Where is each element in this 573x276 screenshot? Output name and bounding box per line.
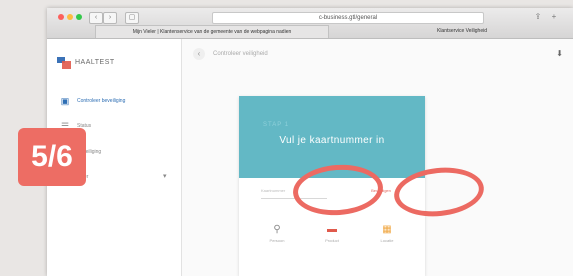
chevron-down-icon[interactable]: ▾ — [163, 169, 167, 185]
option-persoon[interactable]: ⚲ Persoon — [251, 220, 303, 250]
card-title: Vul je kaartnummer in — [279, 135, 385, 146]
main-header: ‹ Controleer veiligheid ⬇ — [181, 39, 573, 69]
download-icon[interactable]: ⬇ — [556, 39, 563, 69]
option-locatie[interactable]: ▦ Locatie — [361, 220, 413, 250]
back-arrow-icon[interactable]: ‹ — [193, 48, 205, 60]
tab-secondary[interactable]: Klantservice Veiligheid — [407, 25, 517, 37]
zoom-window-button[interactable] — [76, 14, 82, 20]
lock-icon: ▣ — [60, 96, 70, 106]
tab-strip: Mijn Vieler | Klantenservice van de geme… — [47, 25, 573, 38]
step-label: STAP 1 — [263, 122, 290, 128]
back-button[interactable]: ‹ — [89, 12, 103, 24]
minimize-window-button[interactable] — [67, 14, 73, 20]
person-icon: ⚲ — [273, 224, 281, 235]
option-label: Product — [325, 238, 339, 243]
gift-icon: ▦ — [382, 224, 392, 235]
step-badge: 5/6 — [18, 128, 86, 186]
tabs-overview-icon[interactable]: ▢ — [125, 12, 139, 24]
share-icon[interactable]: ⇪ — [533, 12, 543, 22]
option-product[interactable]: ▬ Product — [306, 220, 358, 250]
brand-name: HAALTEST — [75, 59, 115, 66]
option-label: Locatie — [380, 238, 394, 243]
forward-button[interactable]: › — [103, 12, 117, 24]
new-tab-icon[interactable]: + — [549, 12, 559, 22]
address-bar[interactable]: c-business.gtl/general — [212, 12, 484, 24]
sidebar-item-label: Controleer beveiliging — [77, 98, 126, 104]
option-label: Persoon — [269, 238, 285, 243]
close-window-button[interactable] — [58, 14, 64, 20]
sidebar-item-controleer[interactable]: ▣ Controleer beveiliging — [47, 93, 181, 109]
brand-logo — [57, 57, 71, 69]
tab-active[interactable]: Mijn Vieler | Klantenservice van de geme… — [95, 25, 329, 38]
card-icon: ▬ — [327, 224, 337, 235]
browser-chrome: ‹ › ▢ c-business.gtl/general ⇪ + Mijn Vi… — [47, 8, 573, 39]
page-title: Controleer veiligheid — [213, 51, 268, 57]
